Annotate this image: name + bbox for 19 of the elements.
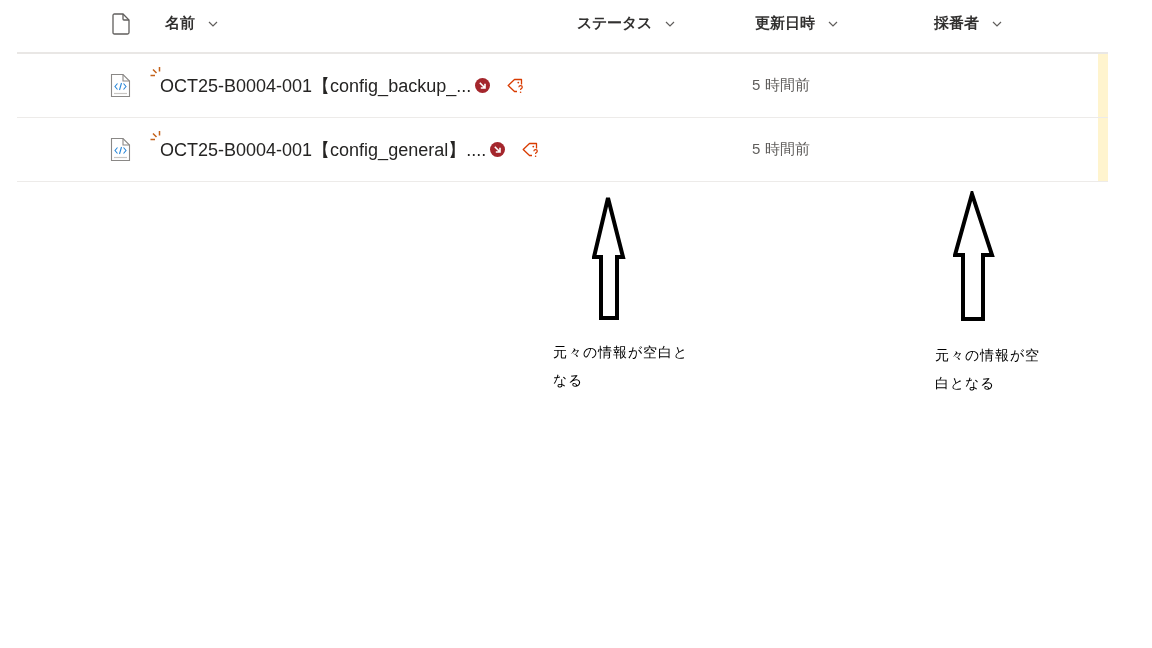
- chevron-down-icon: [828, 20, 838, 27]
- column-header[interactable]: ステータス: [577, 10, 675, 37]
- chevron-down-icon: [665, 20, 675, 27]
- code-file-icon: [110, 137, 131, 162]
- file-name[interactable]: OCT25-B0004-001【config_general】....: [160, 137, 487, 162]
- column-header[interactable]: 更新日時: [755, 10, 838, 37]
- annotation-note: 元々の情報が空白となる: [553, 343, 689, 390]
- column-header[interactable]: 名前: [165, 10, 218, 37]
- arrow-circle-icon: [475, 78, 491, 93]
- column-header[interactable]: 採番者: [934, 10, 1002, 37]
- code-file-icon: [110, 73, 131, 98]
- chevron-down-icon: [208, 20, 218, 27]
- file-name[interactable]: OCT25-B0004-001【config_backup_...: [160, 73, 472, 98]
- modified-time: 5 時間前: [752, 140, 810, 159]
- annotation-note: 元々の情報が空白となる: [935, 346, 1041, 393]
- arrow-circle-icon: [490, 142, 506, 157]
- chevron-down-icon: [992, 20, 1002, 27]
- modified-time: 5 時間前: [752, 76, 810, 95]
- document-icon: [112, 12, 130, 35]
